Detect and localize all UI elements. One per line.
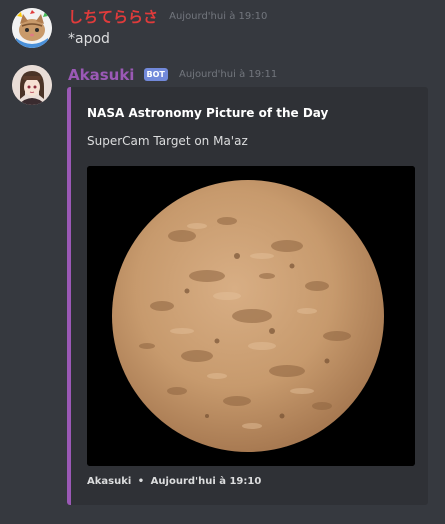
bot-avatar[interactable]: [12, 65, 52, 105]
message-content: *apod: [68, 31, 110, 47]
footer-time: Aujourd'hui à 19:10: [150, 476, 262, 487]
embed-title[interactable]: NASA Astronomy Picture of the Day: [87, 106, 328, 120]
mars-rock-image: [87, 166, 415, 466]
timestamp: Aujourd'hui à 19:10: [169, 11, 268, 22]
anime-girl-avatar-icon: [12, 65, 52, 105]
embed-description: SuperCam Target on Ma'az: [87, 134, 248, 148]
username[interactable]: しちてららさ: [68, 6, 158, 27]
message-header: しちてららさ Aujourd'hui à 19:10: [68, 6, 267, 27]
footer-author: Akasuki: [87, 476, 132, 487]
embed-footer: Akasuki • Aujourd'hui à 19:10: [87, 476, 261, 487]
username[interactable]: Akasuki: [68, 66, 134, 84]
bot-badge: BOT: [143, 68, 168, 81]
cat-avatar-icon: [12, 8, 52, 48]
embed-image[interactable]: [87, 166, 415, 466]
footer-separator: •: [137, 476, 145, 487]
message-header: Akasuki BOT Aujourd'hui à 19:11: [68, 64, 277, 84]
chat-messages: しちてららさ Aujourd'hui à 19:10 *apod Akasuki…: [0, 0, 445, 524]
user-avatar[interactable]: [12, 8, 52, 48]
rich-embed: NASA Astronomy Picture of the Day SuperC…: [67, 87, 428, 505]
timestamp: Aujourd'hui à 19:11: [178, 69, 278, 80]
